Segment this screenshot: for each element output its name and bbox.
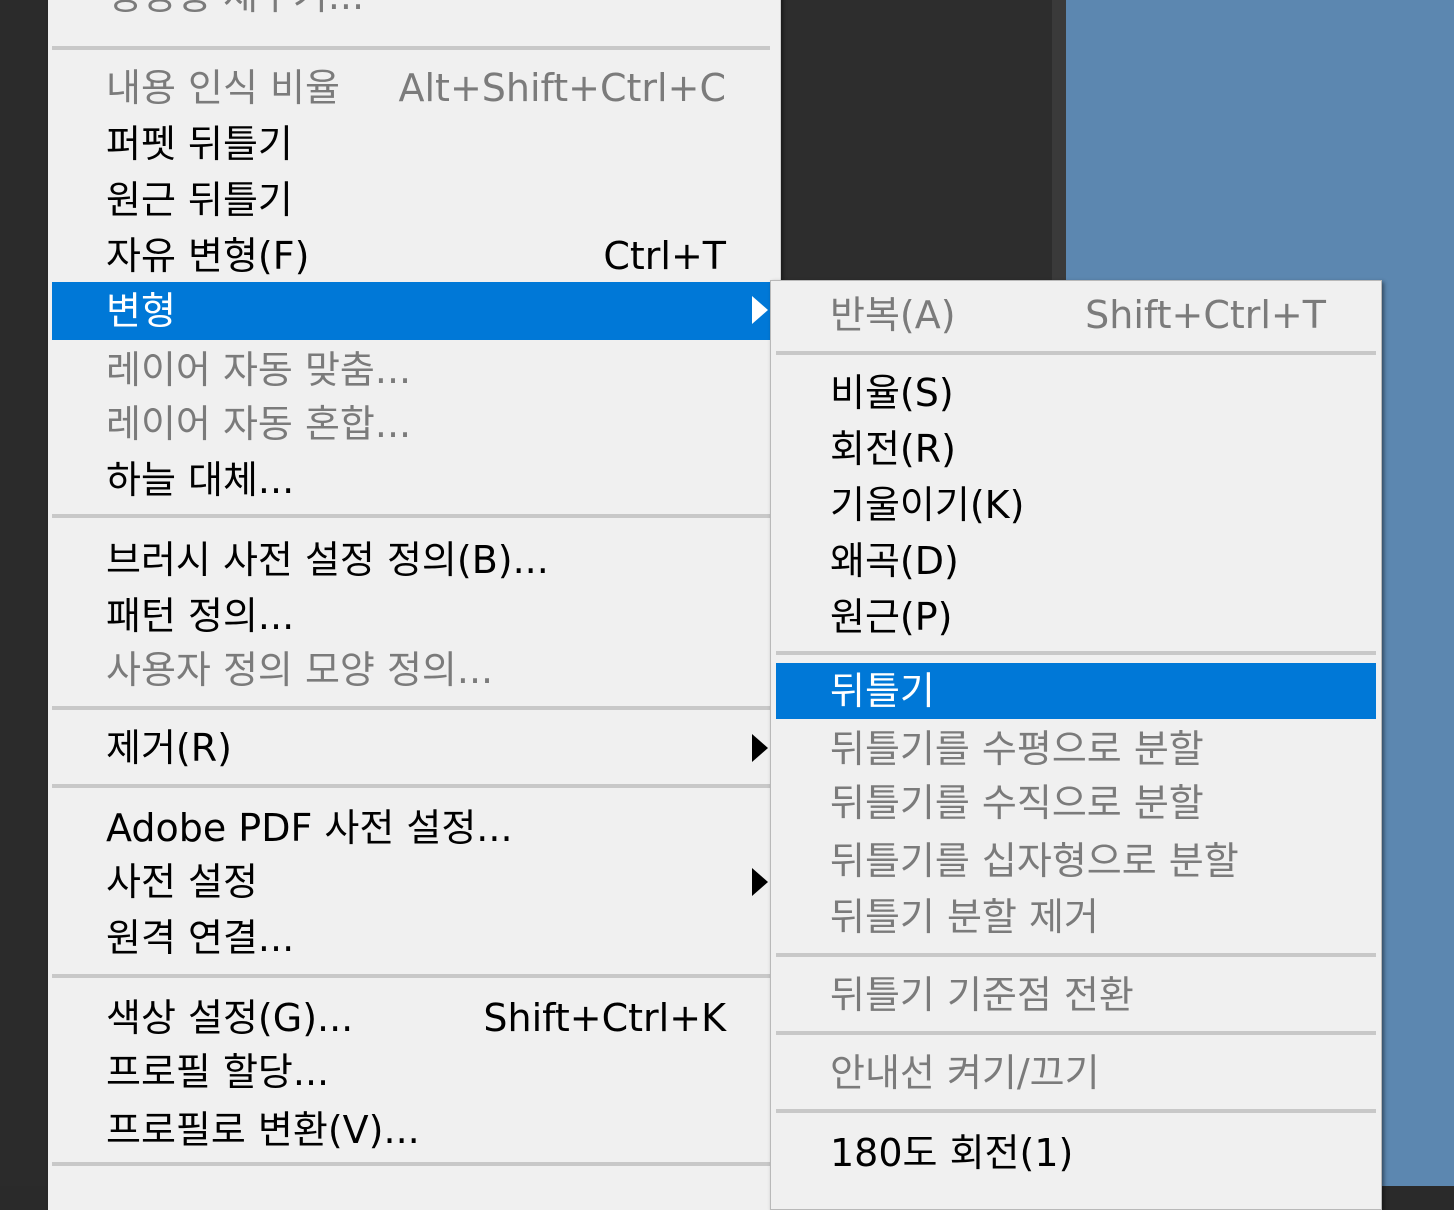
menu-item-toggle-reference-point[interactable]: 뒤틀기 기준점 전환	[776, 967, 1376, 1023]
menu-item-perspective-warp[interactable]: 원근 뒤틀기	[52, 172, 776, 228]
menu-item-scale[interactable]: 비율(S)	[776, 365, 1376, 421]
menu-item-label: 반복(A)	[830, 293, 956, 337]
menu-item-shortcut: Ctrl+T	[603, 234, 726, 278]
menu-item-toggle-guides[interactable]: 안내선 켜기/끄기	[776, 1045, 1376, 1101]
menu-item-assign-profile[interactable]: 프로필 할당...	[52, 1044, 776, 1100]
menu-item-label: 회전(R)	[830, 427, 956, 471]
menu-item-label: Adobe PDF 사전 설정...	[106, 806, 513, 850]
menu-separator	[776, 1109, 1376, 1113]
left-dark-strip	[0, 0, 48, 1186]
menu-item-label: 뒤틀기를 십자형으로 분할	[830, 839, 1239, 883]
menu-item-remove-warp-split[interactable]: 뒤틀기 분할 제거	[776, 889, 1376, 945]
menu-item-label: 원근 뒤틀기	[106, 178, 293, 222]
menu-item-puppet-warp[interactable]: 퍼펫 뒤틀기	[52, 116, 776, 172]
menu-item-warp[interactable]: 뒤틀기	[776, 663, 1376, 719]
menu-item-define-pattern[interactable]: 패턴 정의...	[52, 588, 776, 644]
menu-item-content-aware-scale[interactable]: 내용 인식 비율 Alt+Shift+Ctrl+C	[52, 60, 776, 116]
menu-separator	[52, 784, 770, 788]
menu-item-skew[interactable]: 기울이기(K)	[776, 477, 1376, 533]
menu-item-label: 뒤틀기 분할 제거	[830, 895, 1099, 939]
menu-separator	[776, 351, 1376, 355]
menu-item-shortcut: Shift+Ctrl+K	[483, 996, 726, 1040]
menu-separator	[52, 974, 770, 978]
menu-item-label: 뒤틀기를 수평으로 분할	[830, 727, 1204, 771]
menu-separator	[52, 706, 770, 710]
menu-separator	[776, 1031, 1376, 1035]
transform-submenu: 반복(A) Shift+Ctrl+T 비율(S) 회전(R) 기울이기(K) 왜…	[770, 280, 1382, 1210]
menu-item-define-custom-shape[interactable]: 사용자 정의 모양 정의...	[52, 642, 776, 698]
menu-item-label: 사용자 정의 모양 정의...	[106, 648, 494, 692]
menu-item-purge[interactable]: 제거(R)	[52, 720, 776, 776]
menu-item-transform[interactable]: 변형	[52, 282, 776, 340]
menu-item-generative-fill[interactable]: 생성형 채우기...	[52, 0, 776, 24]
submenu-arrow-icon	[752, 868, 768, 896]
menu-item-split-warp-horizontal[interactable]: 뒤틀기를 수평으로 분할	[776, 721, 1376, 777]
menu-item-label: 원격 연결...	[106, 916, 295, 960]
menu-separator	[52, 1162, 770, 1166]
menu-separator	[52, 514, 770, 518]
menu-item-label: 비율(S)	[830, 371, 954, 415]
menu-item-label: 제거(R)	[106, 726, 232, 770]
menu-item-free-transform[interactable]: 자유 변형(F) Ctrl+T	[52, 228, 776, 284]
menu-item-sky-replacement[interactable]: 하늘 대체...	[52, 452, 776, 508]
menu-item-label: 레이어 자동 혼합...	[106, 402, 412, 446]
menu-item-label: 브러시 사전 설정 정의(B)...	[106, 538, 549, 582]
menu-item-label: 변형	[106, 289, 176, 333]
menu-item-label: 180도 회전(1)	[830, 1131, 1074, 1175]
menu-item-label: 뒤틀기	[830, 669, 935, 713]
menu-separator	[776, 651, 1376, 655]
menu-item-label: 기울이기(K)	[830, 483, 1025, 527]
menu-item-split-warp-vertical[interactable]: 뒤틀기를 수직으로 분할	[776, 775, 1376, 831]
menu-separator	[776, 953, 1376, 957]
menu-item-label: 하늘 대체...	[106, 458, 295, 502]
menu-item-remote-connections[interactable]: 원격 연결...	[52, 910, 776, 966]
menu-item-auto-align-layers[interactable]: 레이어 자동 맞춤...	[52, 342, 776, 398]
menu-item-label: 뒤틀기 기준점 전환	[830, 973, 1134, 1017]
menu-item-label: 생성형 채우기...	[106, 0, 364, 24]
menu-item-label: 프로필로 변환(V)...	[106, 1108, 420, 1152]
menu-item-adobe-pdf-presets[interactable]: Adobe PDF 사전 설정...	[52, 800, 776, 856]
menu-item-label: 뒤틀기를 수직으로 분할	[830, 781, 1204, 825]
menu-item-define-brush-preset[interactable]: 브러시 사전 설정 정의(B)...	[52, 532, 776, 588]
menu-item-label: 원근(P)	[830, 595, 953, 639]
submenu-arrow-icon	[752, 734, 768, 762]
menu-item-label: 안내선 켜기/끄기	[830, 1051, 1100, 1095]
menu-item-rotate[interactable]: 회전(R)	[776, 421, 1376, 477]
menu-item-label: 색상 설정(G)...	[106, 996, 354, 1040]
menu-item-perspective[interactable]: 원근(P)	[776, 589, 1376, 645]
menu-item-split-warp-crosswise[interactable]: 뒤틀기를 십자형으로 분할	[776, 833, 1376, 889]
menu-item-auto-blend-layers[interactable]: 레이어 자동 혼합...	[52, 396, 776, 452]
submenu-arrow-icon	[752, 296, 768, 324]
menu-item-label: 프로필 할당...	[106, 1050, 330, 1094]
menu-item-presets[interactable]: 사전 설정	[52, 854, 776, 910]
edit-menu: 생성형 채우기... 내용 인식 비율 Alt+Shift+Ctrl+C 퍼펫 …	[48, 0, 781, 1210]
menu-item-label: 퍼펫 뒤틀기	[106, 122, 293, 166]
menu-item-distort[interactable]: 왜곡(D)	[776, 533, 1376, 589]
menu-separator	[52, 46, 770, 50]
menu-item-label: 자유 변형(F)	[106, 234, 310, 278]
menu-item-rotate-180[interactable]: 180도 회전(1)	[776, 1125, 1376, 1181]
menu-item-color-settings[interactable]: 색상 설정(G)... Shift+Ctrl+K	[52, 990, 776, 1046]
menu-item-shortcut: Alt+Shift+Ctrl+C	[398, 66, 727, 110]
menu-item-again[interactable]: 반복(A) Shift+Ctrl+T	[776, 287, 1376, 343]
menu-item-shortcut: Shift+Ctrl+T	[1085, 293, 1326, 337]
menu-item-label: 사전 설정	[106, 860, 258, 904]
menu-item-label: 내용 인식 비율	[106, 66, 340, 110]
menu-item-label: 왜곡(D)	[830, 539, 959, 583]
menu-item-label: 레이어 자동 맞춤...	[106, 348, 412, 392]
menu-item-label: 패턴 정의...	[106, 594, 295, 638]
menu-item-convert-to-profile[interactable]: 프로필로 변환(V)...	[52, 1102, 776, 1158]
